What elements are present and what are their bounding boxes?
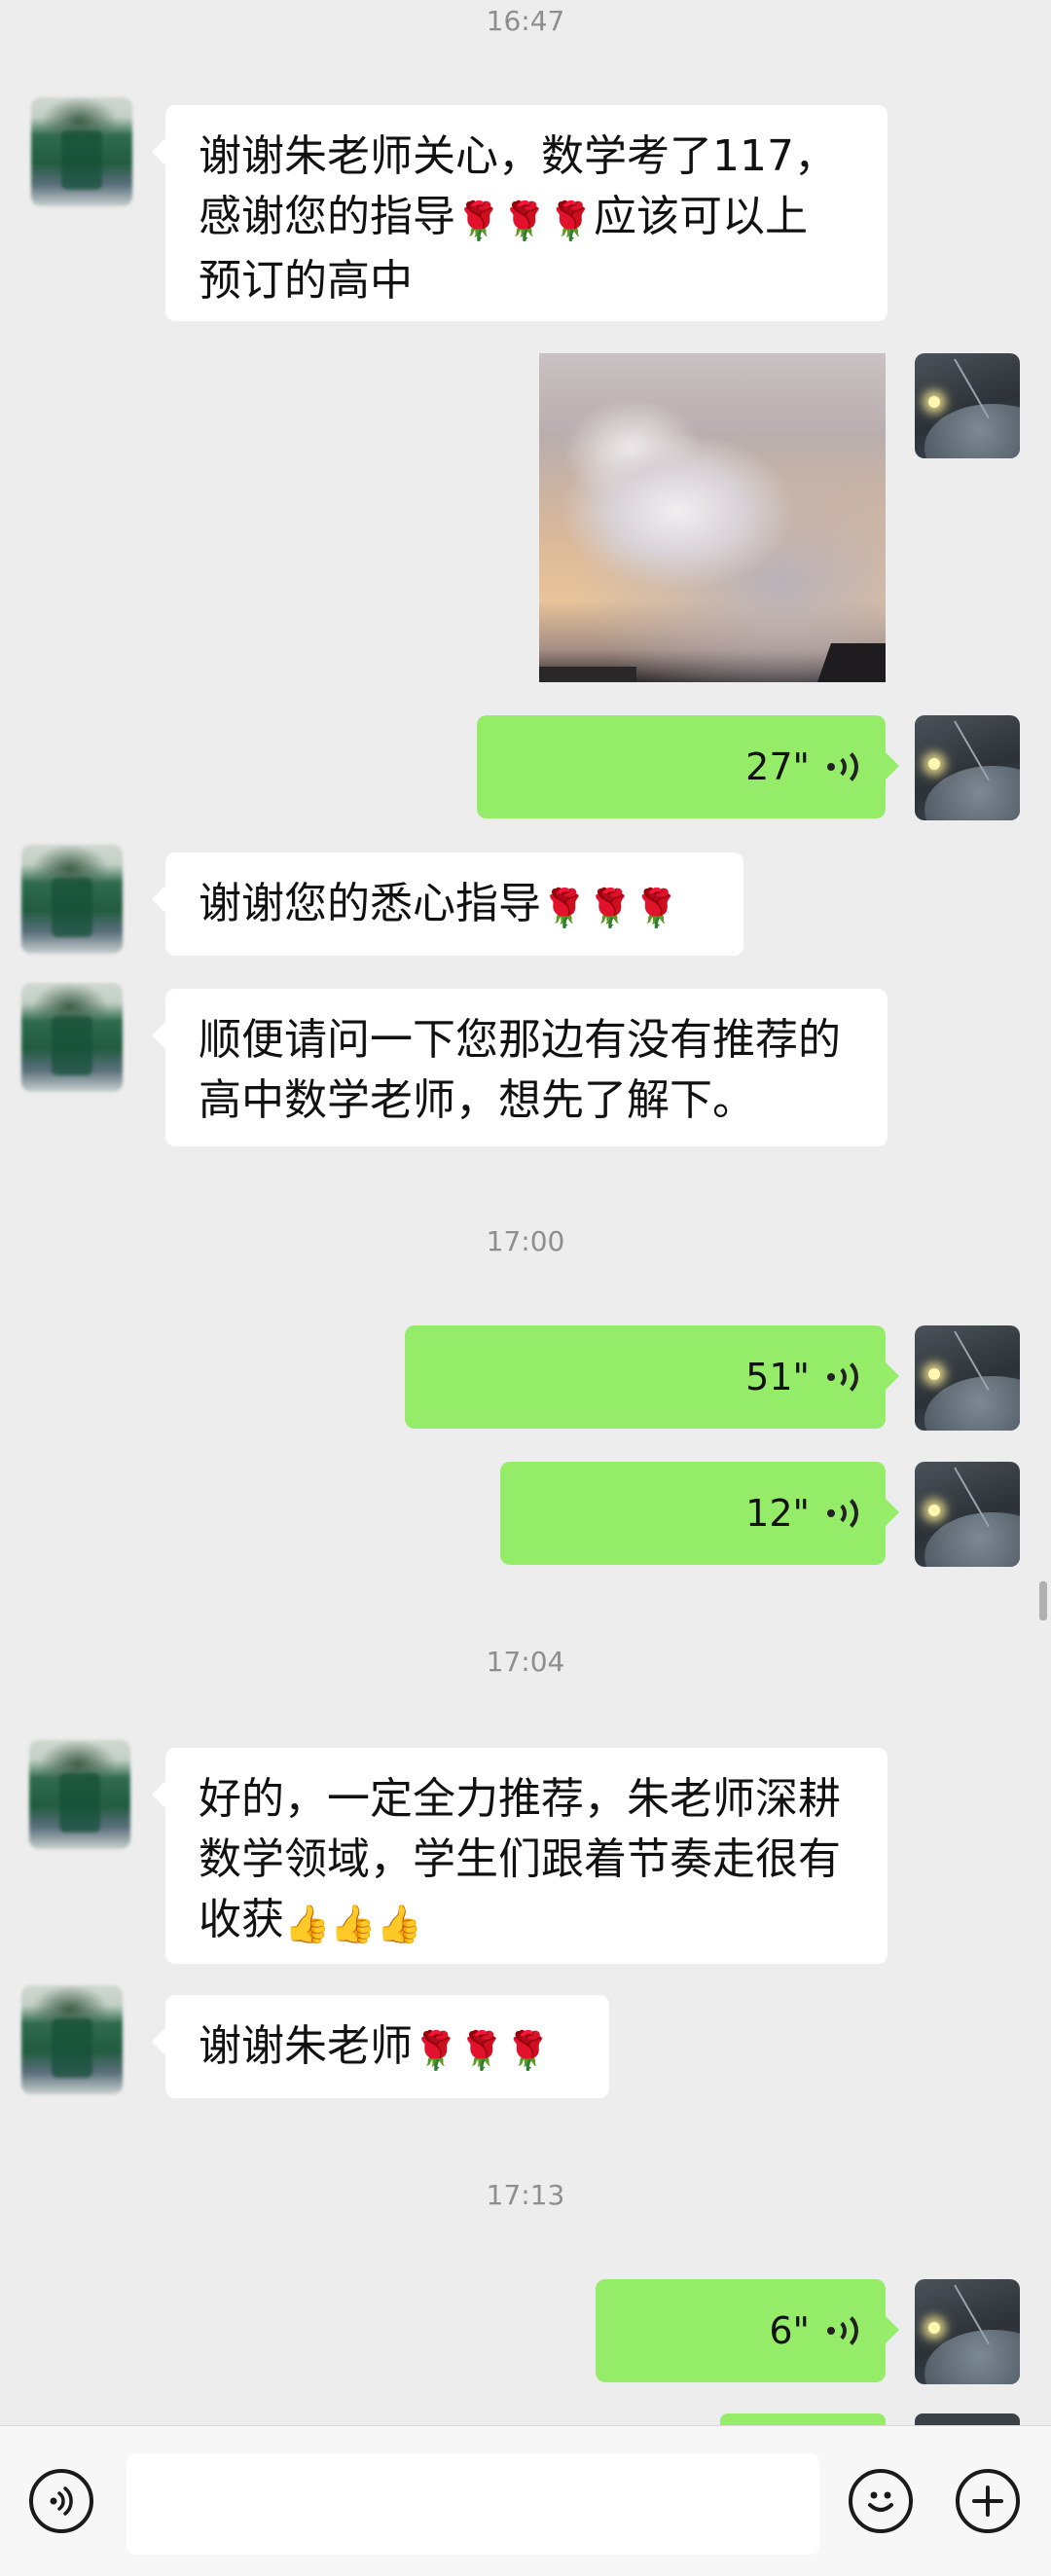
shared-photo-sky-clouds[interactable] <box>539 353 886 682</box>
timestamp: 17:00 <box>486 1225 565 1257</box>
rose-icon: 🌹 <box>587 887 634 929</box>
voice-duration: 27" <box>745 745 810 788</box>
rose-icon: 🌹 <box>413 2029 459 2072</box>
rose-icon: 🌹 <box>458 2029 505 2072</box>
voice-wave-icon <box>823 1357 858 1397</box>
rose-icon: 🌹 <box>504 2029 551 2072</box>
message-input[interactable] <box>127 2453 819 2555</box>
voice-wave-icon <box>823 746 858 787</box>
contact-avatar[interactable] <box>21 845 123 954</box>
my-avatar[interactable] <box>915 1325 1020 1431</box>
voice-wave-icon <box>823 1493 858 1534</box>
contact-avatar[interactable] <box>31 97 132 206</box>
voice-duration: 6" <box>769 2309 810 2352</box>
voice-icon[interactable] <box>29 2469 93 2533</box>
message-text: 谢谢朱老师关心，数学考了117， <box>199 131 837 181</box>
message-bubble-incoming[interactable]: 谢谢朱老师关心，数学考了117， 感谢您的指导🌹🌹🌹应该可以上 预订的高中 <box>152 105 888 321</box>
my-avatar[interactable] <box>915 353 1020 458</box>
voice-duration: 12" <box>745 1492 810 1535</box>
contact-avatar[interactable] <box>21 983 123 1092</box>
contact-avatar[interactable] <box>21 1985 123 2094</box>
message-bubble-incoming[interactable]: 谢谢您的悉心指导🌹🌹🌹 <box>152 853 743 956</box>
message-bubble-incoming[interactable]: 好的，一定全力推荐，朱老师深耕 数学领域，学生们跟着节奏走很有 收获👍👍👍 <box>152 1748 888 1964</box>
message-line: 数学领域，学生们跟着节奏走很有 <box>199 1834 841 1884</box>
add-icon <box>972 2485 1003 2517</box>
message-line: 顺便请问一下您那边有没有推荐的 <box>199 1015 841 1065</box>
voice-duration: 51" <box>745 1356 810 1398</box>
message-bubble-incoming[interactable]: 谢谢朱老师🌹🌹🌹 <box>152 1995 609 2098</box>
thumbs-up-icon: 👍 <box>284 1903 331 1945</box>
timestamp: 17:04 <box>486 1646 565 1678</box>
voice-message-bubble[interactable]: 27" <box>477 715 899 818</box>
chat-input-bar <box>0 2425 1051 2576</box>
my-avatar-partial[interactable] <box>915 2413 1020 2425</box>
rose-icon: 🌹 <box>455 200 502 242</box>
voice-message-bubble[interactable]: 51" <box>405 1325 899 1429</box>
scroll-indicator[interactable] <box>1039 1581 1047 1620</box>
rose-icon: 🌹 <box>633 887 679 929</box>
timestamp: 17:13 <box>486 2179 565 2211</box>
voice-message-bubble[interactable]: 6" <box>596 2279 899 2382</box>
message-line: 预订的高中 <box>199 256 413 306</box>
rose-icon: 🌹 <box>547 200 594 242</box>
timestamp: 16:47 <box>486 5 565 37</box>
rose-icon: 🌹 <box>501 200 548 242</box>
voice-wave-icon <box>823 2310 858 2351</box>
emoji-icon[interactable] <box>849 2469 913 2533</box>
message-text: 谢谢您的悉心指导 <box>199 879 541 928</box>
thumbs-up-icon: 👍 <box>330 1903 377 1945</box>
thumbs-up-icon: 👍 <box>376 1903 422 1945</box>
my-avatar[interactable] <box>915 715 1020 820</box>
my-avatar[interactable] <box>915 1462 1020 1567</box>
message-line: 收获👍👍👍 <box>199 1890 856 1954</box>
contact-avatar[interactable] <box>29 1740 130 1849</box>
message-line: 好的，一定全力推荐，朱老师深耕 <box>199 1774 841 1824</box>
message-text: 谢谢朱老师 <box>199 2021 413 2071</box>
voice-input-icon <box>50 2486 73 2516</box>
plus-icon[interactable] <box>956 2469 1020 2533</box>
message-line: 高中数学老师，想先了解下。 <box>199 1075 755 1125</box>
my-avatar[interactable] <box>915 2279 1020 2384</box>
rose-icon: 🌹 <box>541 887 588 929</box>
voice-message-bubble-partial[interactable] <box>720 2413 886 2425</box>
message-bubble-incoming[interactable]: 顺便请问一下您那边有没有推荐的 高中数学老师，想先了解下。 <box>152 989 888 1146</box>
voice-message-bubble[interactable]: 12" <box>500 1462 899 1565</box>
smiley-face-icon <box>868 2491 893 2512</box>
message-line: 感谢您的指导🌹🌹🌹应该可以上 <box>199 187 856 251</box>
